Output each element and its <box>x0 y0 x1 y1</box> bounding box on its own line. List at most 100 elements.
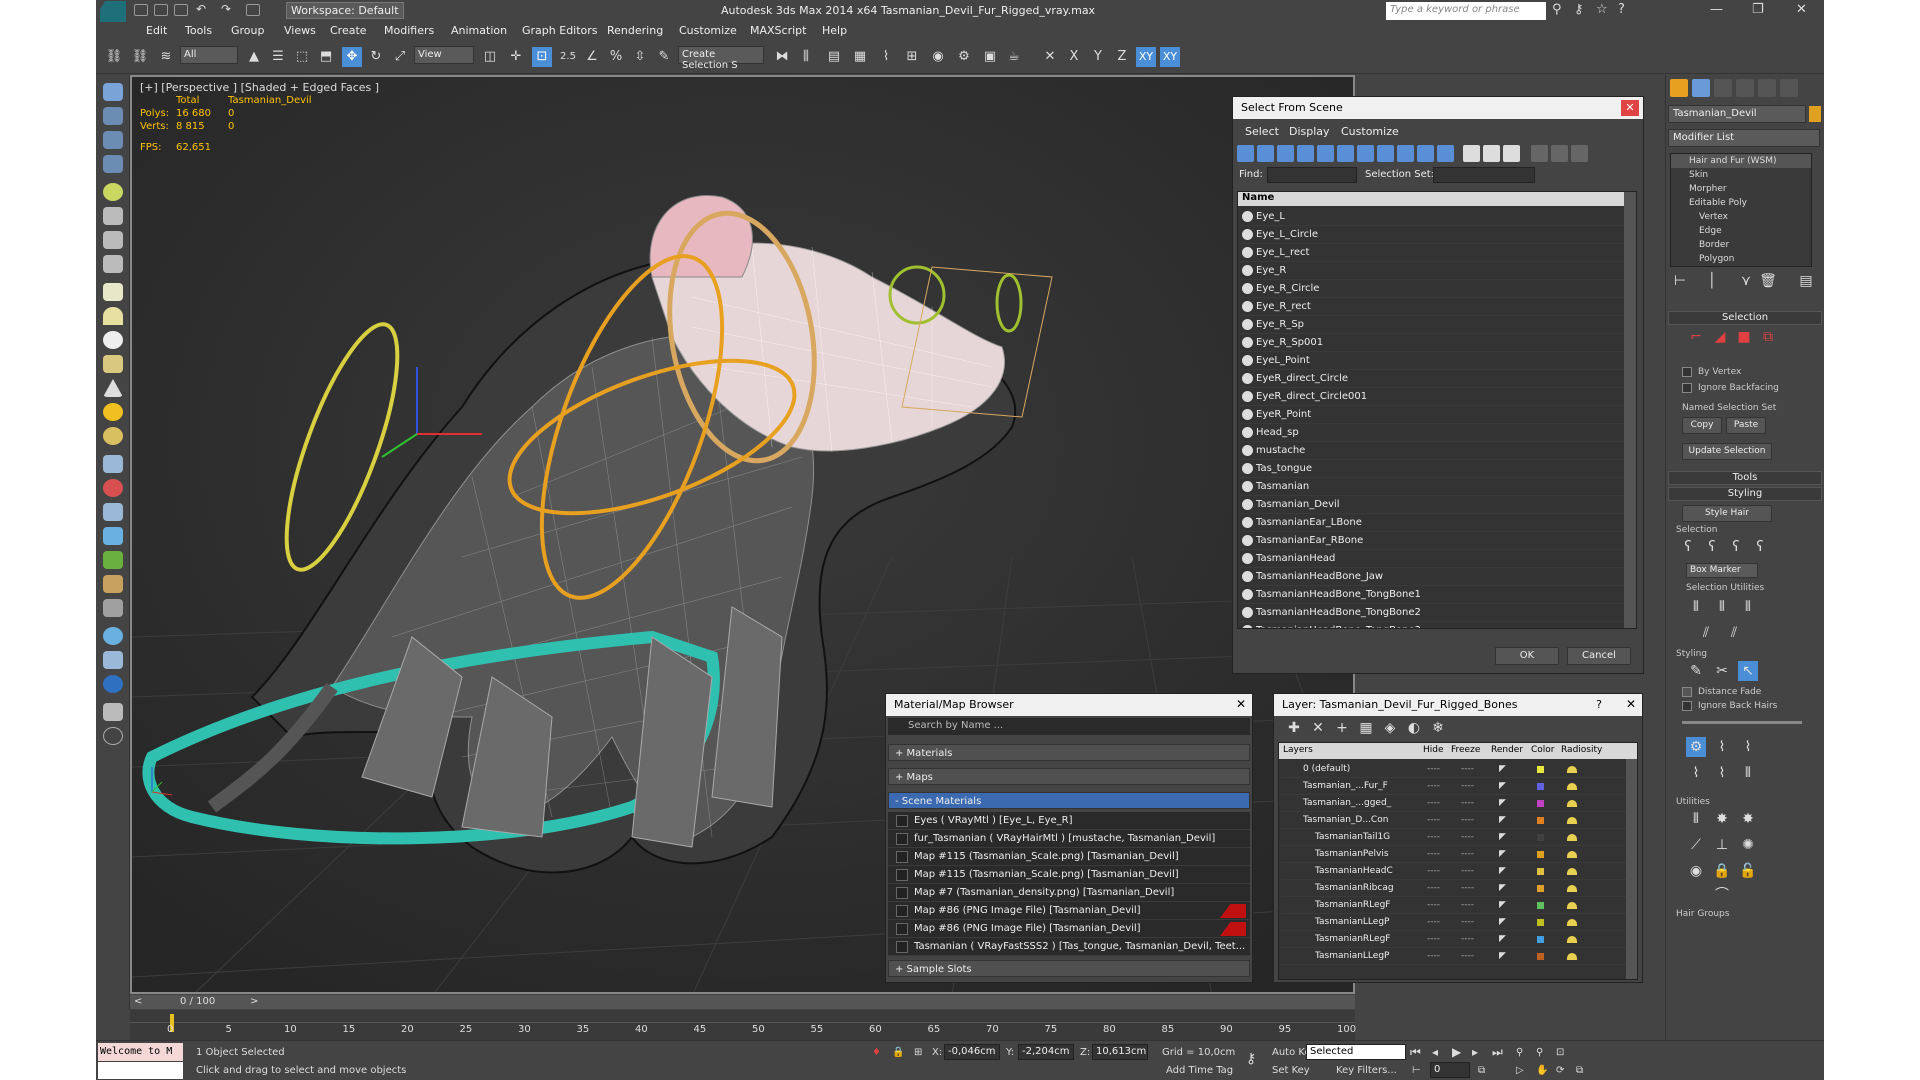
torus-icon[interactable] <box>103 427 123 445</box>
display-cameras-icon[interactable] <box>1297 145 1314 162</box>
select-by-name-icon[interactable]: ☰ <box>268 47 288 67</box>
tools-rollout[interactable]: Tools <box>1668 471 1822 485</box>
lock-icon[interactable]: 🔒 <box>1712 861 1732 881</box>
object-color-swatch[interactable] <box>1809 106 1821 122</box>
new-file-icon[interactable] <box>134 4 148 16</box>
stack-item-morpher[interactable]: Morpher <box>1671 182 1811 196</box>
browser-close-button[interactable]: ✕ <box>1236 697 1246 711</box>
gear-tool-icon[interactable] <box>103 599 123 617</box>
axis-y-button[interactable]: Y <box>1088 47 1108 67</box>
pop-selected-icon[interactable]: ✸ <box>1712 809 1732 829</box>
dialog-close-button[interactable]: ✕ <box>1621 100 1639 116</box>
render-teapot-icon[interactable]: ◤ <box>1499 914 1506 931</box>
display-helpers-icon[interactable] <box>1317 145 1334 162</box>
radiosity-icon[interactable] <box>1567 766 1577 773</box>
spacewarp-icon[interactable] <box>103 255 123 273</box>
group-materials[interactable]: + Materials <box>888 744 1250 761</box>
layer-freeze-toggle[interactable]: ---- <box>1461 880 1474 897</box>
select-object-icon[interactable]: ▲ <box>244 47 264 67</box>
update-selection-button[interactable]: Update Selection <box>1682 443 1772 460</box>
axis-z-button[interactable]: Z <box>1112 47 1132 67</box>
display-groups-icon[interactable] <box>1357 145 1374 162</box>
scene-object-row[interactable]: Eye_R <box>1240 262 1630 280</box>
axis-xy-cycle-button[interactable]: XY <box>1160 47 1180 67</box>
select-move-icon[interactable]: ✥ <box>342 47 362 67</box>
radiosity-icon[interactable] <box>1567 834 1577 841</box>
set-key-icon[interactable]: ⚷ <box>1246 1051 1256 1067</box>
select-rotate-icon[interactable]: ↻ <box>366 47 386 67</box>
track-bar[interactable]: 0 5 10 15 20 25 30 35 40 45 50 55 60 65 70 75 80 85 90 95 10… <box>130 1010 1356 1040</box>
teapot-icon[interactable] <box>103 355 123 373</box>
key-selected-dropdown[interactable]: Selected <box>1306 1044 1406 1060</box>
layer-hide-toggle[interactable]: ---- <box>1427 880 1440 897</box>
hair-guides-sel-icon[interactable]: ⌐ <box>1686 327 1706 347</box>
display-bones-icon[interactable] <box>1397 145 1414 162</box>
layer-color-swatch[interactable] <box>1537 817 1544 824</box>
scene-object-row[interactable]: EyeR_Point <box>1240 406 1630 424</box>
radiosity-icon[interactable] <box>1567 902 1577 909</box>
col-color[interactable]: Color <box>1531 745 1555 755</box>
ignore-back-hairs-checkbox[interactable] <box>1682 701 1692 711</box>
col-hide[interactable]: Hide <box>1423 745 1444 755</box>
radiosity-icon[interactable] <box>1567 868 1577 875</box>
undo-icon[interactable]: ↶ <box>196 2 210 16</box>
add-to-layer-icon[interactable]: + <box>1332 718 1352 738</box>
spinner-snap-icon[interactable]: ⇳ <box>630 47 650 67</box>
render-globe-icon[interactable] <box>103 675 123 693</box>
radiosity-icon[interactable] <box>1567 851 1577 858</box>
render-teapot-icon[interactable]: ◤ <box>1499 795 1506 812</box>
prev-frame-icon[interactable]: < <box>134 996 142 1007</box>
show-hidden-icon[interactable]: ⫽ <box>1724 623 1744 643</box>
layer-row[interactable]: TasmanianLLegP ---- ---- ◤ <box>1281 914 1627 931</box>
box-icon[interactable] <box>103 283 123 301</box>
layer-row[interactable]: Tasmanian_...Fur_F ---- ---- ◤ <box>1281 778 1627 795</box>
select-scale-icon[interactable]: ⤢ <box>390 47 410 67</box>
render-teapot-icon[interactable]: ◤ <box>1499 948 1506 965</box>
rendered-frame-icon[interactable]: ▣ <box>980 47 1000 67</box>
box-marker-dropdown[interactable]: Box Marker <box>1686 563 1758 578</box>
layer-row[interactable]: TasmanianPelvis ---- ---- ◤ <box>1281 846 1627 863</box>
layer-hide-toggle[interactable]: ---- <box>1427 846 1440 863</box>
ref-coord-dropdown[interactable]: View <box>414 46 474 64</box>
scene-material-row[interactable]: Map #86 (PNG Image File) [Tasmanian_Devi… <box>888 920 1250 938</box>
layer-hide-toggle[interactable]: ---- <box>1427 778 1440 795</box>
menu-rendering[interactable]: Rendering <box>607 24 663 37</box>
hierarchy-panel-icon[interactable] <box>103 131 123 149</box>
save-file-icon[interactable] <box>174 4 188 16</box>
x-coord-field[interactable]: -0,046cm <box>944 1044 1000 1060</box>
select-tool-icon[interactable]: ↖ <box>1738 661 1758 681</box>
scene-object-row[interactable]: Eye_R_Circle <box>1240 280 1630 298</box>
scale-hair-icon[interactable]: ⫴ <box>1738 763 1758 783</box>
scene-object-row[interactable]: Tasmanian <box>1240 478 1630 496</box>
layer-row[interactable]: TasmanianRLegF ---- ---- ◤ <box>1281 897 1627 914</box>
key-icon[interactable]: ⚷ <box>1574 2 1584 17</box>
group-sample-slots[interactable]: + Sample Slots <box>888 960 1250 977</box>
close-button[interactable]: ✕ <box>1796 2 1807 17</box>
angle-snap-icon[interactable]: ∠ <box>582 47 602 67</box>
motion-panel-icon[interactable] <box>103 155 123 173</box>
layer-hide-toggle[interactable]: ---- <box>1427 931 1440 948</box>
layer-freeze-toggle[interactable]: ---- <box>1461 812 1474 829</box>
z-coord-field[interactable]: 10,613cm <box>1092 1044 1148 1060</box>
radiosity-icon[interactable] <box>1567 936 1577 943</box>
menu-views[interactable]: Views <box>284 24 316 37</box>
scene-explorer-icon[interactable] <box>103 651 123 669</box>
select-guide-vertices-icon[interactable]: ʕ <box>1726 537 1746 557</box>
scene-object-row[interactable]: EyeR_direct_Circle001 <box>1240 388 1630 406</box>
layer-freeze-toggle[interactable]: ---- <box>1461 914 1474 931</box>
scene-material-row[interactable]: Map #86 (PNG Image File) [Tasmanian_Devi… <box>888 902 1250 920</box>
configure-sets-icon[interactable]: ▤ <box>1796 271 1816 291</box>
open-file-icon[interactable] <box>154 4 168 16</box>
toggle-collisions-icon[interactable]: ✺ <box>1738 835 1758 855</box>
layer-row[interactable]: TasmanianLLegP ---- ---- ◤ <box>1281 948 1627 965</box>
scene-object-row[interactable]: Tasmanian_Devil <box>1240 496 1630 514</box>
scene-object-row[interactable]: EyeL_Point <box>1240 352 1630 370</box>
light-icon[interactable] <box>103 183 123 201</box>
next-frame-icon[interactable]: > <box>250 996 258 1007</box>
remove-modifier-icon[interactable]: 🗑 <box>1758 271 1778 291</box>
layer-color-swatch[interactable] <box>1537 919 1544 926</box>
layer-freeze-toggle[interactable]: ---- <box>1461 863 1474 880</box>
expand-selection-icon[interactable]: ⫴ <box>1738 597 1758 617</box>
layer-freeze-toggle[interactable]: ---- <box>1461 948 1474 965</box>
add-time-tag[interactable]: Add Time Tag <box>1166 1065 1233 1076</box>
